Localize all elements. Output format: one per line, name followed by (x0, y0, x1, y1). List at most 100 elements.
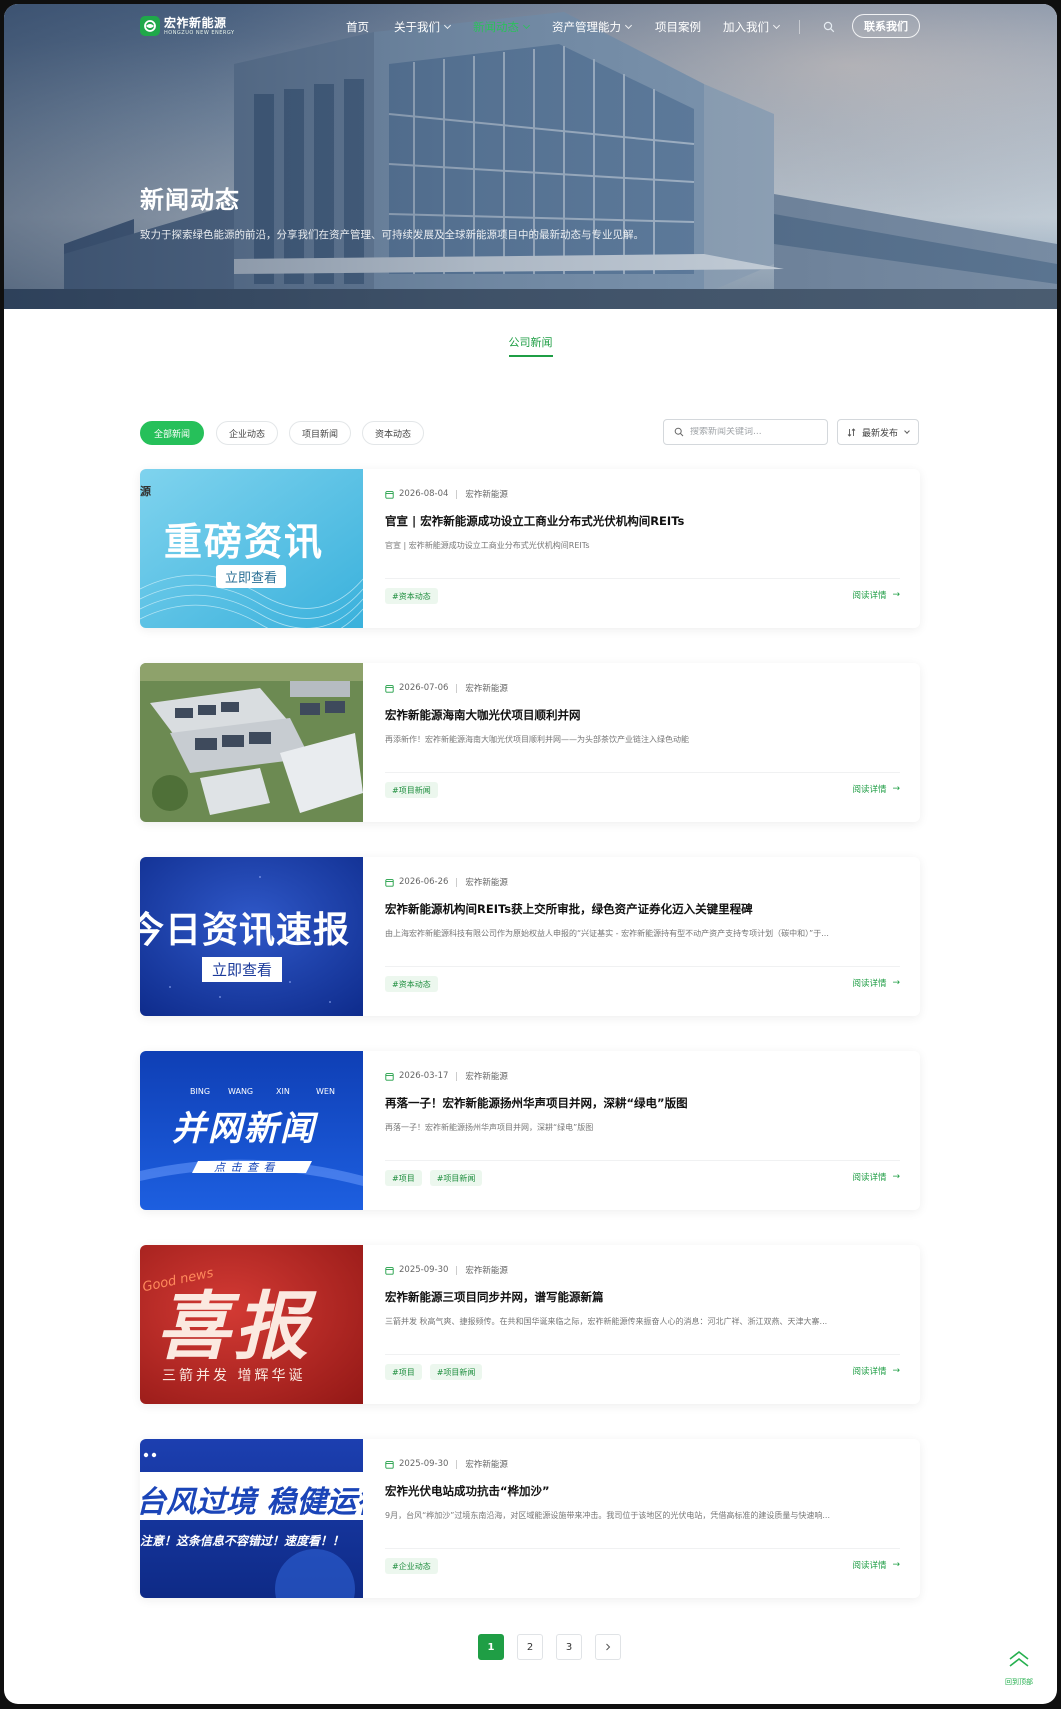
calendar-icon (385, 1266, 394, 1275)
news-title[interactable]: 宏祚新能源海南大咖光伏项目顺利并网 (385, 707, 581, 723)
news-card[interactable]: 今日资讯速报 立即查看 2026-06-26 宏祚新能源 宏祚新能源机构间REIT… (140, 857, 920, 1016)
thumbnail-pinyin: WANG (228, 1087, 254, 1096)
search-icon (674, 427, 684, 437)
news-thumbnail[interactable]: 今日资讯速报 立即查看 (140, 857, 363, 1016)
sort-label: 最新发布 (861, 428, 898, 439)
search-input[interactable] (690, 427, 820, 437)
back-to-top-button[interactable]: 回到顶部 (999, 1649, 1039, 1689)
nav-item-label: 关于我们 (394, 20, 440, 34)
chevron-down-icon (624, 21, 633, 30)
news-tag[interactable]: #项目新闻 (429, 1170, 483, 1186)
read-more-label: 阅读详情 (852, 591, 887, 601)
nav-item-asset-management[interactable]: 资产管理能力 (552, 19, 633, 35)
thumbnail-headline: 台风过境 稳健运行 (140, 1485, 363, 1520)
news-summary: 由上海宏祚新能源科技有限公司作为原始权益人申报的“兴证基实 - 宏祚新能源持有型… (385, 929, 829, 938)
page-button-2[interactable]: 2 (517, 1634, 543, 1660)
read-more-link[interactable]: 阅读详情 → (852, 1171, 900, 1183)
news-tag[interactable]: #项目新闻 (429, 1364, 483, 1380)
read-more-label: 阅读详情 (852, 1367, 887, 1377)
read-more-link[interactable]: 阅读详情 → (852, 977, 900, 989)
news-meta: 2025-09-30 宏祚新能源 (385, 1264, 508, 1276)
calendar-icon (385, 878, 394, 887)
news-card[interactable]: BING WANG XIN WEN 并网新闻 点 击 查 看 2026-03-1… (140, 1051, 920, 1210)
read-more-link[interactable]: 阅读详情 → (852, 1365, 900, 1377)
thumbnail-subline: 三箭并发 增辉华诞 (162, 1368, 306, 1384)
news-date: 2026-06-26 (399, 877, 449, 887)
thumbnail-subline: 注意！这条信息不容错过！速度看！！ (140, 1534, 345, 1548)
read-more-label: 阅读详情 (852, 785, 887, 795)
nav-item-news[interactable]: 新闻动态 (473, 19, 531, 35)
news-title[interactable]: 宏祚新能源三项目同步并网，谱写能源新篇 (385, 1289, 604, 1305)
news-card[interactable]: 源 重磅资讯 立即查看 2026-08-04 宏祚新能源 官宣 | 宏祚新能源成功… (140, 469, 920, 628)
news-title[interactable]: 宏祚光伏电站成功抗击“桦加沙” (385, 1483, 550, 1499)
nav-item-label: 新闻动态 (473, 20, 519, 34)
news-date: 2026-03-17 (399, 1071, 449, 1081)
nav-item-home[interactable]: 首页 (346, 19, 369, 35)
filter-chip-project[interactable]: 项目新闻 (289, 421, 351, 445)
tab-company-news[interactable]: 公司新闻 (508, 334, 553, 357)
news-tag[interactable]: #资本动态 (385, 588, 438, 604)
nav-item-about[interactable]: 关于我们 (394, 19, 452, 35)
news-title[interactable]: 宏祚新能源机构间REITs获上交所审批，绿色资产证券化迈入关键里程碑 (385, 901, 753, 917)
sort-icon (847, 427, 856, 437)
arrow-right-icon: → (892, 784, 900, 794)
news-card-body: 2025-09-30 宏祚新能源 宏祚新能源三项目同步并网，谱写能源新篇 三箭并发… (385, 1245, 900, 1404)
card-divider (385, 1548, 900, 1549)
chevron-down-icon (772, 21, 781, 30)
news-title[interactable]: 官宣 | 宏祚新能源成功设立工商业分布式光伏机构间REITs (385, 513, 684, 529)
brand-logo-text: 宏祚新能源 HONGZUO NEW ENERGY (164, 17, 235, 36)
nav-item-label: 项目案例 (655, 20, 701, 34)
brand-logo[interactable]: 宏祚新能源 HONGZUO NEW ENERGY (140, 14, 235, 38)
sort-select[interactable]: 最新发布 (837, 419, 919, 445)
browser-frame: 宏祚新能源 HONGZUO NEW ENERGY 首页 关于我们 新闻动态 资产… (4, 4, 1057, 1704)
news-tag[interactable]: #资本动态 (385, 976, 438, 992)
search-icon[interactable] (823, 21, 835, 33)
read-more-label: 阅读详情 (852, 1561, 887, 1571)
news-thumbnail[interactable] (140, 663, 363, 822)
news-card[interactable]: 台风过境 稳健运行 注意！这条信息不容错过！速度看！！ 2025-09-30 宏祚… (140, 1439, 920, 1598)
news-tag[interactable]: #项目 (385, 1364, 422, 1380)
news-tags: #项目 #项目新闻 (385, 1170, 483, 1186)
news-card-body: 2026-07-06 宏祚新能源 宏祚新能源海南大咖光伏项目顺利并网 再添新作！宏… (385, 663, 900, 822)
next-page-button[interactable] (595, 1634, 621, 1660)
thumbnail-headline: 喜报 (156, 1284, 312, 1370)
news-thumbnail[interactable]: 台风过境 稳健运行 注意！这条信息不容错过！速度看！！ (140, 1439, 363, 1598)
news-tag[interactable]: #企业动态 (385, 1558, 438, 1574)
news-summary: 官宣 | 宏祚新能源成功设立工商业分布式光伏机构间REITs (385, 541, 590, 550)
read-more-link[interactable]: 阅读详情 → (852, 783, 900, 795)
read-more-link[interactable]: 阅读详情 → (852, 589, 900, 601)
news-title[interactable]: 再落一子！宏祚新能源扬州华声项目并网，深耕“绿电”版图 (385, 1095, 688, 1111)
news-thumbnail[interactable]: BING WANG XIN WEN 并网新闻 点 击 查 看 (140, 1051, 363, 1210)
top-nav: 宏祚新能源 HONGZUO NEW ENERGY 首页 关于我们 新闻动态 资产… (4, 4, 1057, 52)
thumbnail-pinyin: WEN (316, 1087, 335, 1096)
news-tag[interactable]: #项目新闻 (385, 782, 438, 798)
page-button-1[interactable]: 1 (478, 1634, 504, 1660)
nav-item-projects[interactable]: 项目案例 (655, 19, 701, 35)
thumbnail-subline: 立即查看 (216, 565, 287, 588)
filter-chip-corporate[interactable]: 企业动态 (216, 421, 278, 445)
read-more-link[interactable]: 阅读详情 → (852, 1559, 900, 1571)
news-meta: 2026-06-26 宏祚新能源 (385, 876, 508, 888)
news-thumbnail[interactable]: 源 重磅资讯 立即查看 (140, 469, 363, 628)
news-tag[interactable]: #项目 (385, 1170, 422, 1186)
filter-chip-capital[interactable]: 资本动态 (362, 421, 424, 445)
thumbnail-headline: 今日资讯速报 (140, 910, 351, 951)
contact-us-button[interactable]: 联系我们 (852, 14, 920, 38)
news-tags: #资本动态 (385, 976, 438, 992)
news-thumbnail[interactable]: Good news 喜报 三箭并发 增辉华诞 (140, 1245, 363, 1404)
chevron-down-icon (443, 21, 452, 30)
news-card[interactable]: Good news 喜报 三箭并发 增辉华诞 2025-09-30 宏祚新能源 宏… (140, 1245, 920, 1404)
news-card-body: 2026-06-26 宏祚新能源 宏祚新能源机构间REITs获上交所审批，绿色资产… (385, 857, 900, 1016)
news-date: 2025-09-30 (399, 1265, 449, 1275)
nav-item-join-us[interactable]: 加入我们 (723, 19, 781, 35)
thumbnail-pinyin: BING (190, 1087, 211, 1096)
calendar-icon (385, 684, 394, 693)
news-source: 宏祚新能源 (465, 1072, 508, 1082)
news-meta: 2026-08-04 宏祚新能源 (385, 488, 508, 500)
filter-chip-all[interactable]: 全部新闻 (140, 421, 204, 445)
news-date: 2026-08-04 (399, 489, 449, 499)
page-button-3[interactable]: 3 (556, 1634, 582, 1660)
nav-divider (799, 20, 800, 34)
brand-name-en: HONGZUO NEW ENERGY (164, 29, 235, 36)
news-card[interactable]: 2026-07-06 宏祚新能源 宏祚新能源海南大咖光伏项目顺利并网 再添新作！宏… (140, 663, 920, 822)
